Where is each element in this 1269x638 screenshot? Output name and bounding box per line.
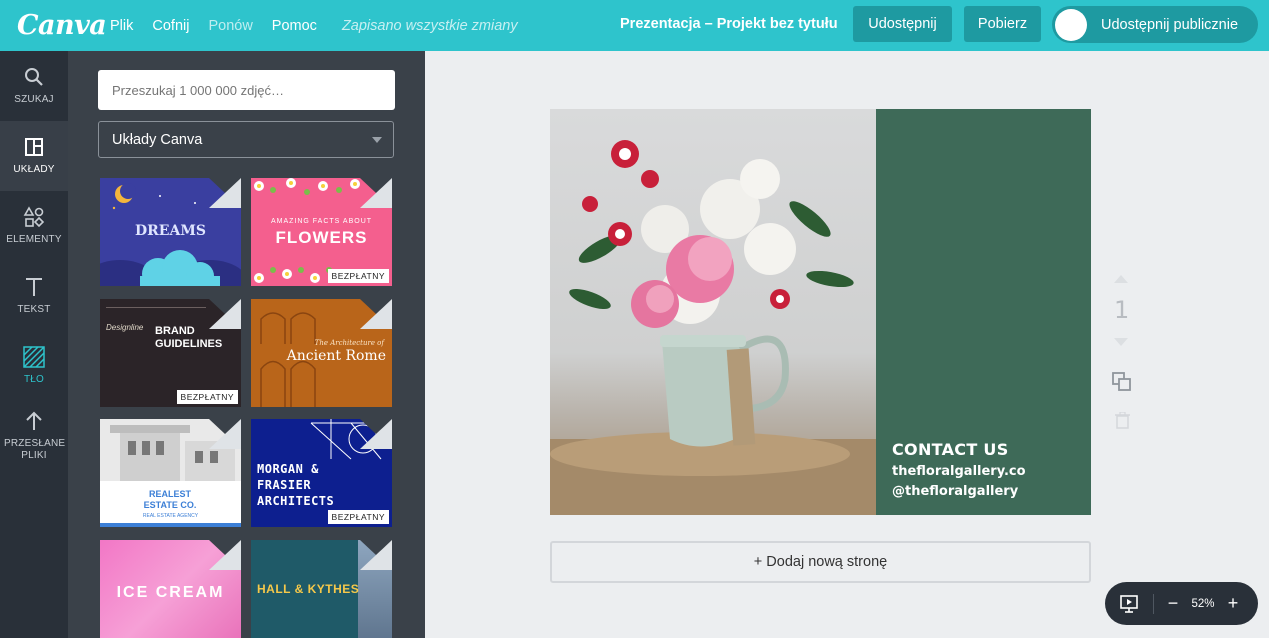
template-subtitle: The Architecture of xyxy=(314,339,384,347)
elements-icon xyxy=(23,206,45,228)
chevron-down-icon xyxy=(372,137,382,143)
publish-toggle[interactable]: Udostępnij publicznie xyxy=(1052,6,1258,43)
contact-panel[interactable]: CONTACT US thefloralgallery.co @theflora… xyxy=(876,109,1091,515)
save-status: Zapisano wszystkie zmiany xyxy=(341,17,518,34)
search-icon xyxy=(23,66,45,88)
free-badge: BEZPŁATNY xyxy=(176,390,238,404)
search-input[interactable] xyxy=(98,70,395,110)
nav-label: SZUKAJ xyxy=(14,94,54,105)
top-bar: Canva Plik Cofnij Ponów Pomoc Zapisano w… xyxy=(0,0,1269,51)
menu-file[interactable]: Plik xyxy=(110,18,133,34)
left-nav: SZUKAJ UKŁADY ELEMENTY TEKST TŁO PRZESŁA… xyxy=(0,51,68,638)
text-icon xyxy=(23,276,45,298)
menu-redo[interactable]: Ponów xyxy=(208,18,252,34)
nav-label: TEKST xyxy=(17,304,51,315)
layouts-icon xyxy=(23,136,45,158)
nav-layouts[interactable]: UKŁADY xyxy=(0,121,68,191)
canva-logo[interactable]: Canva xyxy=(17,10,110,41)
template-title: BRAND GUIDELINES xyxy=(155,325,223,350)
contact-block[interactable]: CONTACT US thefloralgallery.co @theflora… xyxy=(892,440,1026,504)
template-title: ICE CREAM xyxy=(116,584,225,601)
template-thumbnail[interactable]: REALEST ESTATE CO. REAL ESTATE AGENCY xyxy=(100,419,241,527)
layouts-panel: Układy Canva DREAMS AMAZING FACTS ABOUT … xyxy=(68,51,425,638)
zoom-bar: − 52% + xyxy=(1105,582,1258,625)
nav-label: UKŁADY xyxy=(13,164,55,175)
page-number: 1 xyxy=(1114,296,1130,324)
contact-handle[interactable]: @thefloralgallery xyxy=(892,484,1026,499)
template-title: HALL & KYTHES xyxy=(257,582,360,596)
free-badge: BEZPŁATNY xyxy=(327,510,389,524)
template-title: REALEST ESTATE CO. xyxy=(143,489,197,510)
nav-background[interactable]: TŁO xyxy=(0,331,68,401)
divider xyxy=(1153,593,1154,614)
nav-label: TŁO xyxy=(23,374,45,385)
page-fold xyxy=(209,540,241,570)
nav-label: ELEMENTY xyxy=(6,234,62,245)
contact-heading[interactable]: CONTACT US xyxy=(892,440,1026,459)
flower-photo[interactable] xyxy=(550,109,876,515)
page-fold xyxy=(360,540,392,570)
template-title: Ancient Rome xyxy=(286,348,386,364)
page-fold xyxy=(360,419,392,449)
upload-icon xyxy=(23,410,45,432)
page-fold xyxy=(209,178,241,208)
template-title: DREAMS xyxy=(135,223,206,239)
template-thumbnail[interactable]: DREAMS xyxy=(100,178,241,286)
template-thumbnail[interactable]: AMAZING FACTS ABOUT FLOWERS BEZPŁATNY xyxy=(251,178,392,286)
free-badge: BEZPŁATNY xyxy=(327,269,389,283)
toggle-knob[interactable] xyxy=(1055,8,1087,41)
template-thumbnail[interactable]: HALL & KYTHES xyxy=(251,540,392,638)
design-page[interactable]: CONTACT US thefloralgallery.co @theflora… xyxy=(550,109,1091,515)
add-page-button[interactable]: + Dodaj nową stronę xyxy=(550,541,1091,583)
zoom-in-icon[interactable]: + xyxy=(1226,593,1240,614)
page-fold xyxy=(209,419,241,449)
publish-label: Udostępnij publicznie xyxy=(1101,16,1239,33)
nav-uploads[interactable]: PRZESŁANE PLIKI xyxy=(0,401,68,471)
copy-page-icon[interactable] xyxy=(1112,372,1132,397)
select-value: Układy Canva xyxy=(112,131,203,148)
page-fold xyxy=(360,299,392,329)
menu-help[interactable]: Pomoc xyxy=(272,18,317,34)
document-title[interactable]: Prezentacja – Projekt bez tytułu xyxy=(620,16,838,32)
template-title: FLOWERS xyxy=(275,228,368,247)
template-subtitle: REAL ESTATE AGENCY xyxy=(142,513,199,519)
page-fold xyxy=(360,178,392,208)
nav-search[interactable]: SZUKAJ xyxy=(0,51,68,121)
bouquet-illustration xyxy=(550,140,876,515)
main-menu: Plik Cofnij Ponów Pomoc Zapisano wszystk… xyxy=(110,18,518,34)
nav-label: PRZESŁANE PLIKI xyxy=(4,438,66,461)
presentation-icon[interactable] xyxy=(1120,594,1138,613)
template-title: MORGAN & FRASIER ARCHITECTS xyxy=(257,462,335,508)
download-button[interactable]: Pobierz xyxy=(964,6,1041,42)
zoom-out-icon[interactable]: − xyxy=(1166,593,1180,614)
background-icon xyxy=(23,346,45,368)
page-up-icon[interactable] xyxy=(1114,275,1128,283)
contact-website[interactable]: thefloralgallery.co xyxy=(892,464,1026,479)
trash-icon[interactable] xyxy=(1115,411,1130,434)
page-fold xyxy=(209,299,241,329)
template-thumbnail[interactable]: The Architecture of Ancient Rome xyxy=(251,299,392,407)
page-down-icon[interactable] xyxy=(1114,338,1128,346)
template-thumbnail[interactable]: ICE CREAM xyxy=(100,540,241,638)
template-thumbnail[interactable]: MORGAN & FRASIER ARCHITECTS BEZPŁATNY xyxy=(251,419,392,527)
template-thumbnail[interactable]: Designline BRAND GUIDELINES BEZPŁATNY xyxy=(100,299,241,407)
menu-undo[interactable]: Cofnij xyxy=(152,18,189,34)
nav-text[interactable]: TEKST xyxy=(0,261,68,331)
template-subtitle: AMAZING FACTS ABOUT xyxy=(270,218,373,225)
layouts-select[interactable]: Układy Canva xyxy=(98,121,394,158)
template-subtitle: Designline xyxy=(106,323,144,332)
nav-elements[interactable]: ELEMENTY xyxy=(0,191,68,261)
zoom-level: 52% xyxy=(1191,597,1215,610)
divider xyxy=(106,307,206,308)
share-button[interactable]: Udostępnij xyxy=(853,6,952,42)
